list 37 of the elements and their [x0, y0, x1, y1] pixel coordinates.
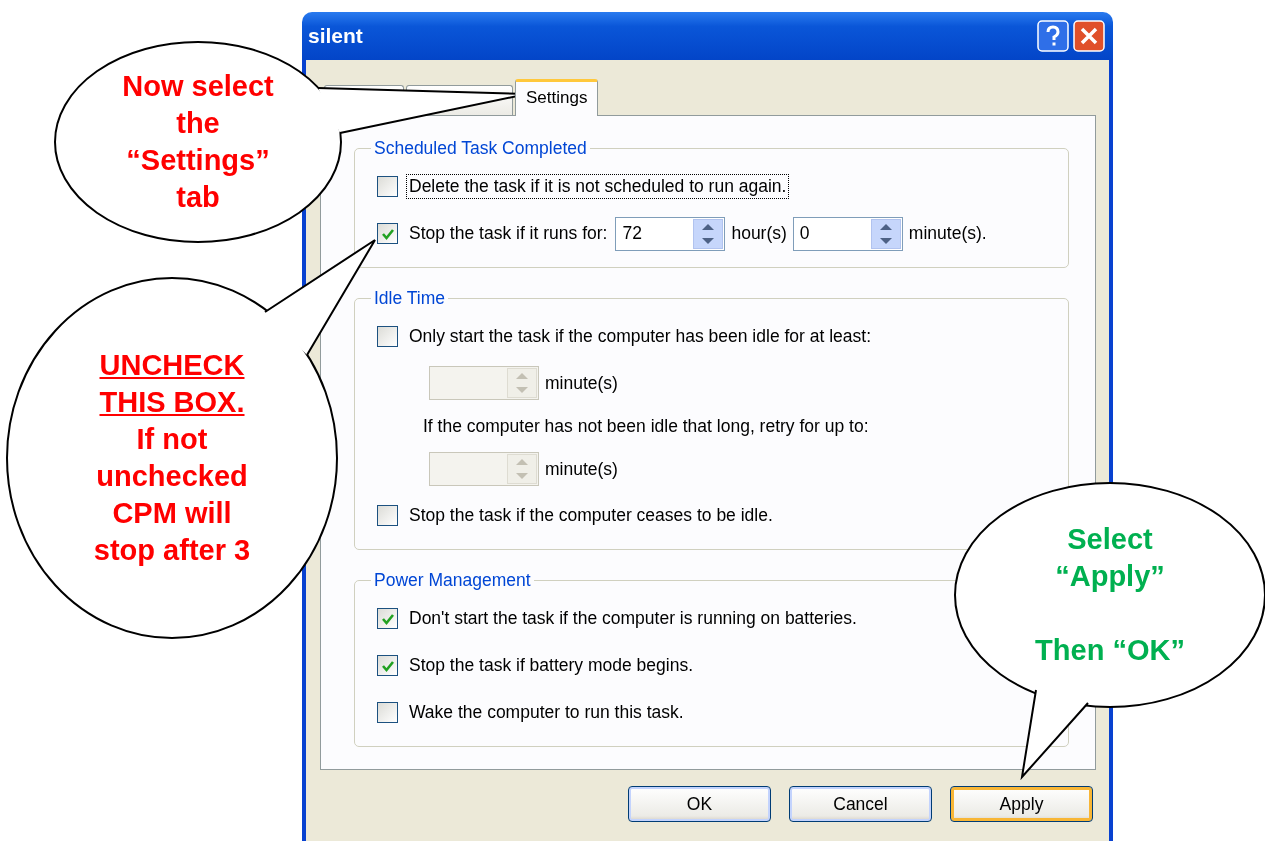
callout-heading: UNCHECK THIS BOX. — [98, 348, 246, 420]
callout-text: Now select the “Settings” tab — [121, 69, 275, 215]
checkbox[interactable] — [377, 608, 398, 629]
group-title: Power Management — [373, 570, 532, 591]
checkbox-label[interactable]: Wake the computer to run this task. — [407, 701, 686, 724]
checkbox-label[interactable]: Delete the task if it is not scheduled to run again. — [407, 175, 789, 198]
checkbox-label[interactable]: Don't start the task if the computer is running on batteries. — [407, 607, 859, 630]
group-title: Scheduled Task Completed — [373, 138, 588, 159]
window-title: silent — [308, 24, 363, 48]
checkbox-label[interactable]: Stop the task if the computer ceases to be idle. — [407, 504, 775, 527]
close-icon[interactable] — [1073, 20, 1105, 52]
checkbox-label[interactable]: Only start the task if the computer has been idle for at least: — [407, 325, 874, 348]
spin-field[interactable]: 72 — [615, 216, 726, 251]
checkbox[interactable] — [377, 655, 398, 676]
unit-label: minute(s) — [545, 458, 618, 480]
checkbox[interactable] — [377, 505, 398, 526]
spin-arrows-icon[interactable] — [870, 218, 901, 249]
checkbox[interactable] — [377, 702, 398, 723]
tab[interactable]: Settings — [515, 79, 599, 116]
checkbox-label[interactable]: Stop the task if it runs for: — [407, 222, 610, 245]
help-icon[interactable] — [1037, 20, 1069, 52]
unit-label: hour(s) — [731, 223, 787, 244]
group-title: Idle Time — [373, 288, 446, 309]
checkbox[interactable] — [377, 223, 398, 244]
dialog-button[interactable]: OK — [628, 786, 771, 822]
checkbox[interactable] — [377, 176, 398, 197]
spin-arrows-icon[interactable] — [693, 218, 724, 249]
callout-text: Select “Apply” Then “OK” — [1034, 522, 1186, 668]
unit-label: minute(s). — [908, 223, 987, 244]
spin-field[interactable]: 0 — [792, 216, 903, 251]
callout-text: If not unchecked CPM will stop after 3 — [92, 422, 252, 568]
unit-label: minute(s) — [545, 372, 618, 394]
checkbox-label[interactable]: Stop the task if battery mode begins. — [407, 654, 696, 677]
hint-text: If the computer has not been idle that long, retry for up to: — [423, 415, 869, 437]
dialog-button[interactable]: Apply — [950, 786, 1093, 822]
checkbox[interactable] — [377, 326, 398, 347]
dialog-button[interactable]: Cancel — [789, 786, 932, 822]
